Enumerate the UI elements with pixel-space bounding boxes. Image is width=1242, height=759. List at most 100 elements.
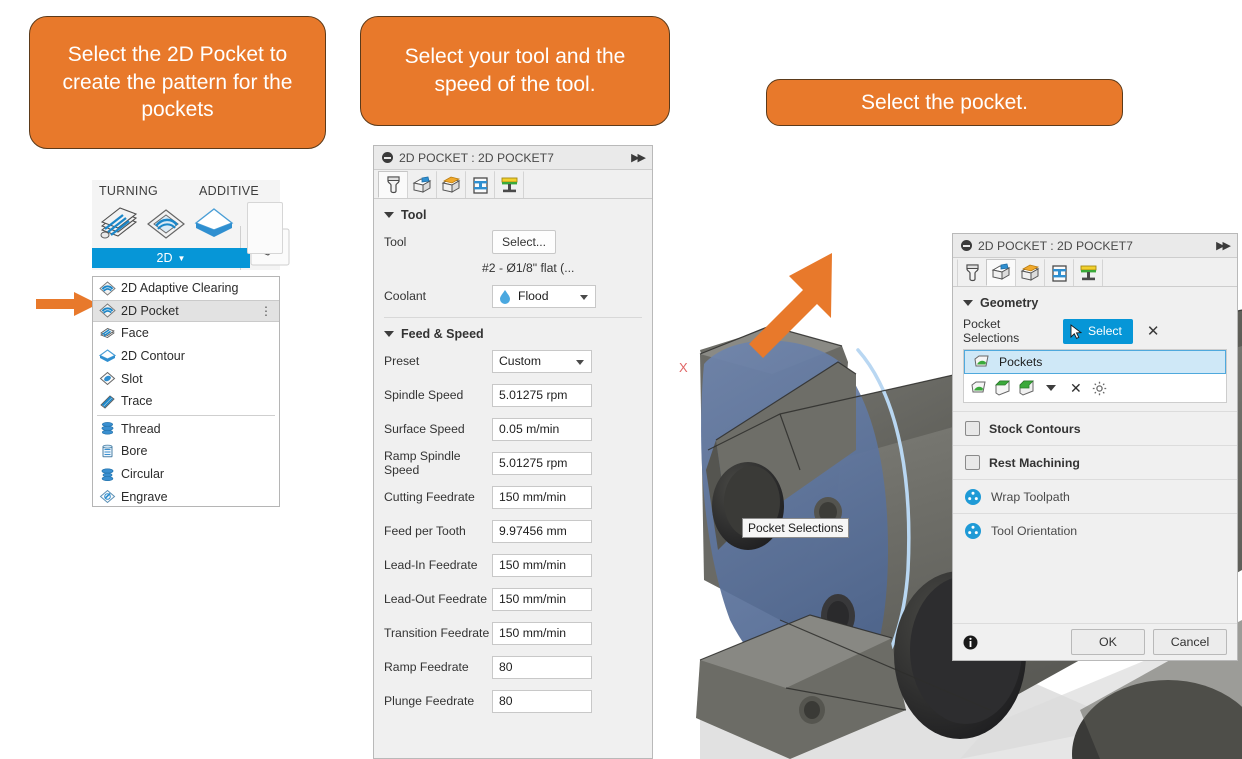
selection-toolbar[interactable]: ✕ — [964, 374, 1226, 402]
select-button[interactable]: Select — [1063, 318, 1133, 344]
ribbon-tab-additive[interactable]: ADDITIVE — [199, 184, 259, 198]
geometry-dialog[interactable]: 2D POCKET : 2D POCKET7 ▶▶ Geometry Pocke… — [952, 233, 1238, 661]
menu-item-thread[interactable]: Thread — [93, 418, 279, 441]
contour-icon[interactable] — [192, 204, 236, 246]
tool-orientation-row[interactable]: Tool Orientation — [953, 513, 1237, 547]
cancel-button[interactable]: Cancel — [1153, 629, 1227, 655]
face-milling-icon[interactable] — [96, 204, 140, 246]
ribbon-2d-group-button[interactable]: 2D ▼ — [92, 248, 250, 268]
dialog-tab-strip[interactable] — [953, 258, 1237, 287]
adaptive-clearing-icon — [99, 281, 116, 296]
tab-tool[interactable] — [378, 171, 408, 198]
menu-item-label: Face — [121, 326, 149, 341]
coolant-row: Coolant Flood — [374, 283, 652, 309]
close-x-icon[interactable]: ✕ — [1147, 324, 1160, 339]
tab-geometry[interactable] — [986, 259, 1016, 286]
tab-passes[interactable] — [465, 171, 495, 198]
tool-dialog[interactable]: 2D POCKET : 2D POCKET7 ▶▶ Tool Tool Sele… — [373, 145, 653, 759]
menu-item-2d-pocket[interactable]: 2D Pocket ⋮ — [93, 299, 279, 323]
add-blue-icon[interactable] — [965, 488, 981, 505]
row-label: Lead-Out Feedrate — [384, 592, 487, 606]
operations-dropdown-menu[interactable]: 2D Adaptive Clearing 2D Pocket ⋮ Face 2D… — [92, 276, 280, 507]
transition-feedrate-input[interactable]: 150 mm/min — [492, 621, 592, 645]
ramp-spindle-speed-input[interactable]: 5.01275 rpm — [492, 451, 592, 475]
coolant-select[interactable]: Flood — [492, 284, 596, 308]
feed-per-tooth-input[interactable]: 9.97456 mm — [492, 519, 592, 543]
surface-speed-input[interactable]: 0.05 m/min — [492, 417, 592, 441]
lead-out-feedrate-input[interactable]: 150 mm/min — [492, 587, 592, 611]
geometry-section-header[interactable]: Geometry — [953, 287, 1237, 317]
rest-machining-row[interactable]: Rest Machining — [953, 445, 1237, 479]
pocket-solid-icon[interactable] — [1018, 380, 1035, 396]
menu-item-face[interactable]: Face — [93, 322, 279, 345]
chevron-down-icon[interactable] — [1046, 385, 1056, 391]
stock-contours-row[interactable]: Stock Contours — [953, 411, 1237, 445]
expand-right-icon[interactable]: ▶▶ — [1216, 239, 1231, 252]
pocket-face-icon[interactable] — [970, 381, 987, 396]
pocket-selection-list[interactable]: Pockets ✕ — [963, 349, 1227, 403]
tool-value: #2 - Ø1/8" flat (... — [482, 261, 575, 275]
adaptive-clearing-icon[interactable] — [144, 204, 188, 246]
ramp-feedrate-input[interactable]: 80 — [492, 655, 592, 679]
menu-item-circular[interactable]: Circular — [93, 463, 279, 486]
tool-section-header[interactable]: Tool — [374, 199, 652, 229]
feed-row-ramp-feedrate: Ramp Feedrate 80 — [374, 654, 652, 680]
tab-linking[interactable] — [1073, 259, 1103, 286]
expand-right-icon[interactable]: ▶▶ — [631, 151, 646, 164]
feed-row-plunge-feedrate: Plunge Feedrate 80 — [374, 688, 652, 714]
tab-geometry[interactable] — [407, 171, 437, 198]
add-blue-icon[interactable] — [965, 522, 981, 539]
menu-item-engrave[interactable]: Engrave — [93, 485, 279, 508]
dialog-titlebar[interactable]: 2D POCKET : 2D POCKET7 ▶▶ — [374, 146, 652, 170]
menu-item-trace[interactable]: Trace — [93, 390, 279, 413]
section-title: Feed & Speed — [401, 327, 484, 341]
dialog-title: 2D POCKET : 2D POCKET7 — [978, 238, 1133, 253]
stock-contours-checkbox[interactable] — [965, 421, 980, 436]
tab-passes[interactable] — [1044, 259, 1074, 286]
menu-item-overflow-icon[interactable]: ⋮ — [260, 305, 272, 317]
menu-divider — [97, 414, 275, 416]
heights-tab-icon — [1020, 264, 1040, 281]
feed-speed-section-header[interactable]: Feed & Speed — [374, 318, 652, 348]
rest-machining-label: Rest Machining — [989, 455, 1080, 470]
dialog-titlebar[interactable]: 2D POCKET : 2D POCKET7 ▶▶ — [953, 234, 1237, 258]
tab-heights[interactable] — [1015, 259, 1045, 286]
menu-item-label: Slot — [121, 371, 143, 386]
gear-icon[interactable] — [1092, 381, 1107, 396]
menu-item-bore[interactable]: Bore — [93, 440, 279, 463]
pocket-icon — [99, 303, 116, 318]
trace-icon — [100, 395, 115, 409]
feed-row-lead-out-feedrate: Lead-Out Feedrate 150 mm/min — [374, 586, 652, 612]
rest-machining-checkbox[interactable] — [965, 455, 980, 470]
ribbon-tab-turning[interactable]: TURNING — [99, 184, 158, 198]
tab-heights[interactable] — [436, 171, 466, 198]
pocket-open-icon[interactable] — [994, 380, 1011, 396]
tool-select-button[interactable]: Select... — [492, 230, 557, 254]
lead-in-feedrate-input[interactable]: 150 mm/min — [492, 553, 592, 577]
orange-arrow-icon — [36, 292, 98, 316]
list-item[interactable]: Pockets — [964, 350, 1226, 374]
menu-item-2d-adaptive-clearing[interactable]: 2D Adaptive Clearing — [93, 277, 279, 300]
feed-row-spindle-speed: Spindle Speed 5.01275 rpm — [374, 382, 652, 408]
row-label: Feed per Tooth — [384, 524, 466, 538]
tab-linking[interactable] — [494, 171, 524, 198]
chevron-down-icon — [576, 359, 584, 365]
dialog-tab-strip[interactable] — [374, 170, 652, 199]
ok-button[interactable]: OK — [1071, 629, 1145, 655]
cursor-arrow-icon — [1070, 323, 1083, 339]
preset-select[interactable]: Custom — [492, 349, 592, 373]
geometry-tab-icon — [991, 263, 1011, 280]
wrap-toolpath-row[interactable]: Wrap Toolpath — [953, 479, 1237, 513]
tab-tool[interactable] — [957, 259, 987, 286]
plunge-feedrate-input[interactable]: 80 — [492, 689, 592, 713]
close-x-icon[interactable]: ✕ — [1070, 380, 1082, 397]
menu-item-slot[interactable]: Slot — [93, 367, 279, 390]
callout-select-tool: Select your tool and the speed of the to… — [360, 16, 670, 126]
spindle-speed-input[interactable]: 5.01275 rpm — [492, 383, 592, 407]
collapse-icon[interactable] — [382, 152, 393, 163]
collapse-icon[interactable] — [961, 240, 972, 251]
menu-item-2d-contour[interactable]: 2D Contour — [93, 345, 279, 368]
info-icon[interactable] — [963, 635, 978, 650]
cutting-feedrate-input[interactable]: 150 mm/min — [492, 485, 592, 509]
tool-orientation-label: Tool Orientation — [991, 523, 1078, 538]
